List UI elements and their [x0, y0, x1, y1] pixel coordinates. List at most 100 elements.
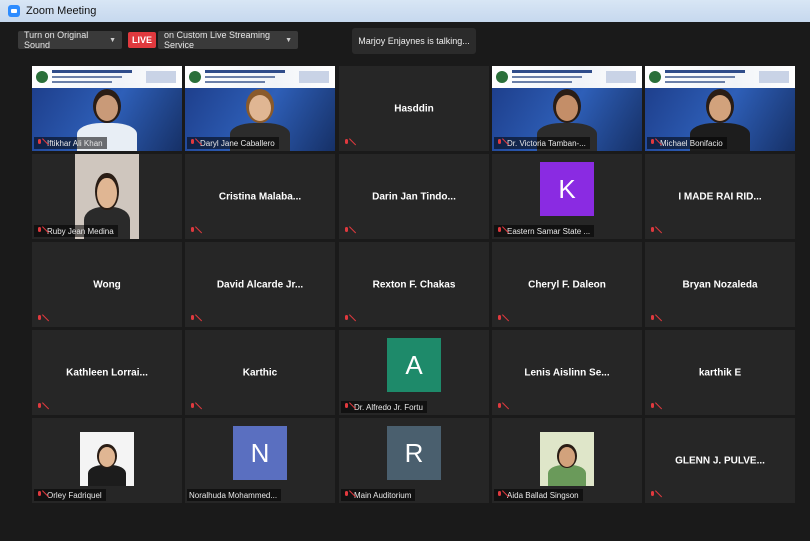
zoom-app-icon	[8, 5, 20, 17]
participant-tile[interactable]: Kathleen Lorrai...	[32, 330, 182, 415]
participant-label: Eastern Samar State ...	[494, 225, 595, 237]
participant-tile[interactable]: K Eastern Samar State ...	[492, 154, 642, 239]
participant-name: Karthic	[242, 367, 278, 378]
participant-tile[interactable]: N Noralhuda Mohammed...	[185, 418, 335, 503]
participant-name: Hasddin	[394, 103, 434, 114]
title-bar: Zoom Meeting	[0, 0, 810, 23]
muted-mic-icon	[343, 227, 350, 235]
participant-name: Cheryl F. Daleon	[528, 279, 606, 290]
participant-label: Ruby Jean Medina	[34, 225, 118, 237]
participant-label-text: Michael Bonifacio	[660, 138, 723, 148]
participant-label: Dr. Alfredo Jr. Fortu	[341, 401, 427, 413]
muted-mic-icon	[189, 227, 196, 235]
participant-label: Aida Ballad Singson	[494, 489, 583, 501]
profile-photo	[80, 432, 134, 486]
zoom-window: Zoom Meeting Turn on Original Sound ▼ LI…	[0, 0, 810, 541]
muted-mic-icon	[649, 403, 656, 411]
participant-label-text: Daryl Jane Caballero	[200, 138, 275, 148]
participant-name: Lenis Aislinn Se...	[524, 367, 610, 378]
participant-label-text: Dr. Victoria Tamban-...	[507, 138, 586, 148]
participant-label-text: Noralhuda Mohammed...	[189, 490, 278, 500]
muted-mic-icon	[189, 139, 196, 147]
muted-mic-icon	[649, 315, 656, 323]
participant-label-text: Ruby Jean Medina	[47, 226, 114, 236]
participant-tile[interactable]: Bryan Nozaleda	[645, 242, 795, 327]
participant-name: karthik E	[698, 367, 742, 378]
muted-mic-icon	[496, 491, 503, 499]
participant-tile[interactable]: Rexton F. Chakas	[339, 242, 489, 327]
participant-tile[interactable]: Cheryl F. Daleon	[492, 242, 642, 327]
participant-label: Daryl Jane Caballero	[187, 137, 279, 149]
participant-name: I MADE RAI RID...	[678, 191, 762, 202]
muted-mic-icon	[343, 315, 350, 323]
participant-label-text: Main Auditorium	[354, 490, 412, 500]
participant-tile[interactable]: karthik E	[645, 330, 795, 415]
initial-avatar: R	[387, 426, 441, 480]
participant-name: Wong	[93, 279, 121, 290]
participant-label: Main Auditorium	[341, 489, 416, 501]
participant-tile[interactable]: Darin Jan Tindo...	[339, 154, 489, 239]
muted-mic-icon	[36, 403, 43, 411]
participant-tile[interactable]: Hasddin	[339, 66, 489, 151]
participant-label: Noralhuda Mohammed...	[187, 489, 282, 501]
participant-tile[interactable]: Cristina Malaba...	[185, 154, 335, 239]
muted-mic-icon	[496, 139, 503, 147]
participant-tile[interactable]: Iftikhar Ali Khan	[32, 66, 182, 151]
muted-mic-icon	[189, 403, 196, 411]
participant-name: Bryan Nozaleda	[682, 279, 758, 290]
live-stream-button[interactable]: on Custom Live Streaming Service ▼	[158, 30, 298, 50]
participant-tile[interactable]: Michael Bonifacio	[645, 66, 795, 151]
muted-mic-icon	[189, 315, 196, 323]
participant-tile[interactable]: GLENN J. PULVE...	[645, 418, 795, 503]
live-stream-label: on Custom Live Streaming Service	[164, 30, 271, 50]
muted-mic-icon	[343, 403, 350, 411]
participant-tile[interactable]: Aida Ballad Singson	[492, 418, 642, 503]
participant-tile[interactable]: Daryl Jane Caballero	[185, 66, 335, 151]
original-sound-label: Turn on Original Sound	[24, 30, 89, 50]
muted-mic-icon	[649, 139, 656, 147]
participant-label-text: Dr. Alfredo Jr. Fortu	[354, 402, 423, 412]
video-grid: Iftikhar Ali Khan Daryl Jane Caballero Has…	[32, 66, 795, 506]
muted-mic-icon	[496, 227, 503, 235]
participant-tile[interactable]: I MADE RAI RID...	[645, 154, 795, 239]
muted-mic-icon	[649, 227, 656, 235]
muted-mic-icon	[343, 139, 350, 147]
participant-name: Kathleen Lorrai...	[66, 367, 148, 378]
participant-label: Dr. Victoria Tamban-...	[494, 137, 590, 149]
muted-mic-icon	[496, 403, 503, 411]
participant-label: Iftikhar Ali Khan	[34, 137, 107, 149]
participant-name: GLENN J. PULVE...	[675, 455, 765, 466]
muted-mic-icon	[36, 491, 43, 499]
initial-avatar: K	[540, 162, 594, 216]
participant-name: David Alcarde Jr...	[216, 279, 304, 290]
participant-tile[interactable]: R Main Auditorium	[339, 418, 489, 503]
participant-tile[interactable]: David Alcarde Jr...	[185, 242, 335, 327]
initial-avatar: N	[233, 426, 287, 480]
participant-name: Darin Jan Tindo...	[372, 191, 456, 202]
participant-label: Orley Fadriquel	[34, 489, 106, 501]
muted-mic-icon	[649, 491, 656, 499]
participant-tile[interactable]: Wong	[32, 242, 182, 327]
participant-label-text: Orley Fadriquel	[47, 490, 102, 500]
initial-avatar: A	[387, 338, 441, 392]
participant-tile[interactable]: Ruby Jean Medina	[32, 154, 182, 239]
chevron-down-icon[interactable]: ▼	[285, 37, 292, 44]
participant-name: Cristina Malaba...	[218, 191, 302, 202]
live-badge[interactable]: LIVE	[128, 32, 156, 48]
participant-label-text: Iftikhar Ali Khan	[47, 138, 103, 148]
participant-tile[interactable]: Dr. Victoria Tamban-...	[492, 66, 642, 151]
talking-indicator: Marjoy Enjaynes is talking...	[352, 28, 476, 54]
window-title: Zoom Meeting	[26, 5, 97, 17]
participant-tile[interactable]: Lenis Aislinn Se...	[492, 330, 642, 415]
participant-tile[interactable]: A Dr. Alfredo Jr. Fortu	[339, 330, 489, 415]
participant-label-text: Aida Ballad Singson	[507, 490, 579, 500]
participant-label-text: Eastern Samar State ...	[507, 226, 591, 236]
participant-tile[interactable]: Karthic	[185, 330, 335, 415]
participant-tile[interactable]: Orley Fadriquel	[32, 418, 182, 503]
original-sound-button[interactable]: Turn on Original Sound ▼	[18, 30, 122, 50]
muted-mic-icon	[36, 227, 43, 235]
muted-mic-icon	[36, 315, 43, 323]
chevron-down-icon[interactable]: ▼	[109, 37, 116, 44]
muted-mic-icon	[343, 491, 350, 499]
profile-photo	[540, 432, 594, 486]
